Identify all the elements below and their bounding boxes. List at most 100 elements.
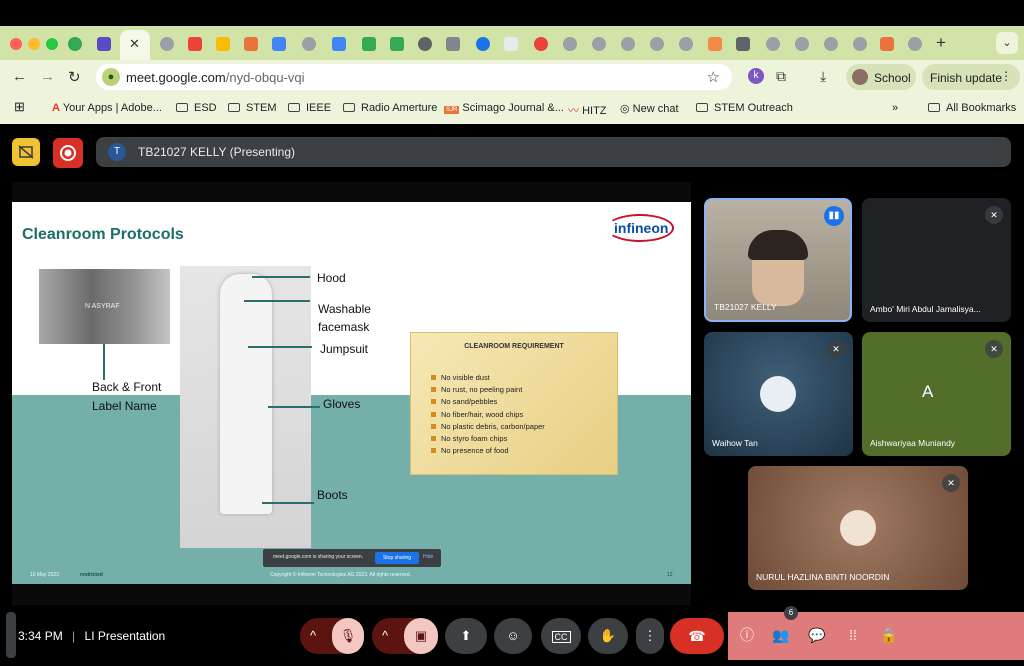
hitz-icon: 〰 — [568, 105, 579, 117]
hide-notice-link[interactable]: Hide — [423, 554, 433, 560]
tab-icon[interactable] — [824, 37, 838, 51]
apps-grid-icon[interactable]: ⊞ — [14, 99, 25, 115]
bookmark-scimago[interactable]: SJR Scimago Journal &... — [444, 102, 564, 114]
tab-icon[interactable] — [97, 37, 111, 51]
extension-icon[interactable]: k — [748, 68, 764, 84]
recording-button[interactable] — [53, 138, 83, 168]
slides-tab-icon[interactable] — [216, 37, 230, 51]
tab-icon[interactable] — [534, 37, 548, 51]
drive-tab-icon[interactable] — [362, 37, 376, 51]
tab-icon[interactable] — [621, 37, 635, 51]
participant-tile-waihow[interactable]: ✕ Waihow Tan — [704, 332, 853, 456]
tab-icon[interactable] — [68, 37, 82, 51]
tab-icon[interactable] — [880, 37, 894, 51]
profile-button[interactable]: School — [846, 64, 916, 90]
bookmark-stem-outreach[interactable]: STEM Outreach — [696, 102, 793, 114]
more-options-button[interactable]: ⋮ — [636, 618, 664, 654]
tab-icon[interactable] — [446, 37, 460, 51]
bookmark-hitz[interactable]: 〰 HITZ — [568, 102, 607, 118]
list-item: No fiber/hair, wood chips — [431, 410, 545, 422]
tab-icon[interactable] — [563, 37, 577, 51]
avatar — [840, 510, 876, 546]
avatar — [760, 376, 796, 412]
more-bookmarks-icon[interactable]: » — [892, 102, 898, 114]
tab-icon[interactable] — [302, 37, 316, 51]
chevron-up-icon[interactable]: ^ — [382, 618, 388, 654]
forward-icon[interactable]: → — [40, 68, 55, 85]
tab-icon[interactable] — [476, 37, 490, 51]
tab-icon[interactable] — [679, 37, 693, 51]
bookmark-adobe[interactable]: A Your Apps | Adobe... — [52, 102, 162, 114]
camera-off-icon[interactable]: ▣ — [404, 618, 438, 654]
chat-icon[interactable]: 💬 — [806, 624, 828, 646]
tab-icon[interactable] — [853, 37, 867, 51]
meeting-name: LI Presentation — [84, 629, 166, 643]
close-tab-icon[interactable]: ✕ — [129, 36, 140, 52]
caption-off-button[interactable] — [12, 138, 40, 166]
raise-hand-button[interactable]: ✋ — [588, 618, 628, 654]
gmail-tab-icon[interactable] — [188, 37, 202, 51]
presentation-stage[interactable]: Cleanroom Protocols infineon N ASYRAF Ba… — [12, 182, 691, 605]
tab-icon[interactable] — [908, 37, 922, 51]
tab-icon[interactable] — [332, 37, 346, 51]
zoom-window-button[interactable] — [46, 38, 58, 50]
leave-call-button[interactable]: ☎ — [670, 618, 724, 654]
tab-icon[interactable] — [244, 37, 258, 51]
participant-tile-kelly[interactable]: ▮▮ TB21027 KELLY — [704, 198, 852, 322]
bookmark-new-chat[interactable]: ◎ New chat — [620, 102, 679, 115]
finish-update-button[interactable]: Finish update ⋮ — [922, 64, 1020, 90]
close-window-button[interactable] — [10, 38, 22, 50]
participant-count-badge: 6 — [784, 606, 798, 620]
all-bookmarks[interactable]: All Bookmarks — [928, 102, 1016, 114]
tab-icon[interactable] — [272, 37, 286, 51]
tab-icon[interactable] — [650, 37, 664, 51]
scroll-handle[interactable] — [6, 612, 16, 658]
more-vert-icon[interactable]: ⋮ — [1000, 69, 1012, 83]
tab-search-icon[interactable]: ⌄ — [996, 32, 1018, 54]
minimize-window-button[interactable] — [28, 38, 40, 50]
camera-control[interactable]: ^ ▣ — [372, 618, 438, 654]
activities-icon[interactable]: ⁞⁞ — [842, 624, 864, 646]
participant-tile-ambo[interactable]: ✕ Ambo' Miri Abdul Jamalisya... — [862, 198, 1011, 322]
tab-icon[interactable] — [736, 37, 750, 51]
bookmark-star-icon[interactable]: ☆ — [707, 68, 720, 86]
tab-icon[interactable] — [795, 37, 809, 51]
slide-page-number: 12 — [667, 572, 673, 578]
tab-icon[interactable] — [708, 37, 722, 51]
host-controls-icon[interactable]: 🔒 — [878, 624, 900, 646]
bookmark-stem[interactable]: STEM — [228, 102, 277, 114]
presenter-avatar: T — [108, 143, 126, 161]
shared-slide: Cleanroom Protocols infineon N ASYRAF Ba… — [12, 202, 691, 584]
mic-in-use-icon[interactable]: ● — [102, 68, 120, 86]
people-icon[interactable]: 👥 — [770, 624, 792, 646]
captions-button[interactable]: CC — [541, 618, 581, 654]
address-bar[interactable]: ● meet.google.com/nyd-obqu-vqi ☆ — [96, 64, 732, 90]
stop-sharing-button[interactable]: Stop sharing — [375, 552, 419, 564]
present-screen-button[interactable]: ⬆ — [445, 618, 487, 654]
chevron-up-icon[interactable]: ^ — [310, 618, 316, 654]
url-text[interactable]: meet.google.com/nyd-obqu-vqi — [126, 70, 305, 85]
download-icon[interactable]: ⤓ — [820, 68, 826, 85]
active-tab[interactable]: ✕ — [120, 30, 150, 60]
mic-off-icon[interactable]: 🎙 — [332, 618, 364, 654]
reload-icon[interactable]: ↻ — [68, 68, 81, 86]
new-tab-icon[interactable]: + — [936, 33, 946, 53]
participant-tile-nurul[interactable]: ✕ NURUL HAZLINA BINTI NOORDIN — [748, 466, 968, 590]
infineon-logo: infineon — [606, 214, 674, 242]
drive-tab-icon[interactable] — [390, 37, 404, 51]
back-icon[interactable]: ← — [12, 68, 27, 85]
logo-text: infineon — [614, 220, 669, 236]
reactions-button[interactable]: ☺ — [494, 618, 532, 654]
extensions-puzzle-icon[interactable]: ⧉ — [776, 68, 786, 85]
tab-icon[interactable] — [160, 37, 174, 51]
tab-icon[interactable] — [592, 37, 606, 51]
participant-tile-aishwariyaa[interactable]: ✕ A Aishwariyaa Muniandy — [862, 332, 1011, 456]
tab-icon[interactable] — [504, 37, 518, 51]
microphone-control[interactable]: ^ 🎙 — [300, 618, 364, 654]
bookmark-ieee[interactable]: IEEE — [288, 102, 331, 114]
bookmark-radio[interactable]: Radio Amerture — [343, 102, 437, 114]
bookmark-esd[interactable]: ESD — [176, 102, 217, 114]
meeting-details-icon[interactable]: ⓘ — [736, 624, 758, 646]
tab-icon[interactable] — [766, 37, 780, 51]
tab-icon[interactable] — [418, 37, 432, 51]
